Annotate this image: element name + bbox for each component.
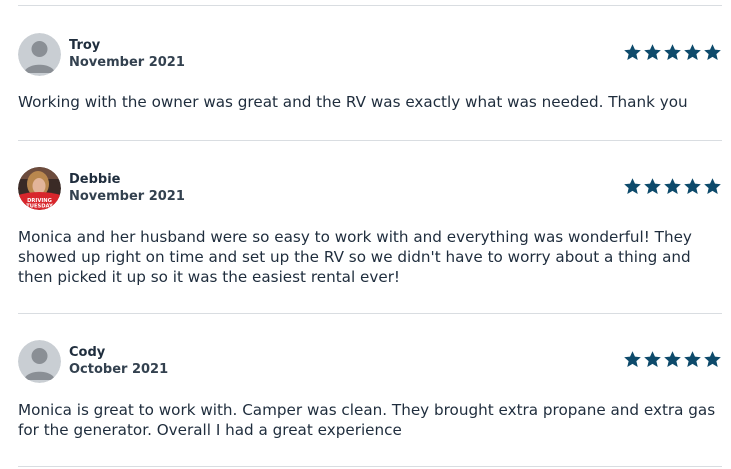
divider: [18, 140, 722, 141]
review-item: Troy November 2021 Working with the owne…: [18, 33, 722, 133]
user-photo-avatar: DRIVING TUESDAY: [18, 167, 61, 210]
star-icon: [623, 43, 642, 62]
review-text: Monica is great to work with. Camper was…: [18, 401, 716, 439]
divider: [18, 466, 722, 467]
reviewer-name: Cody: [69, 345, 106, 360]
review-date: October 2021: [69, 362, 169, 377]
star-icon: [683, 43, 702, 62]
star-icon: [703, 43, 722, 62]
reviewer-name: Troy: [69, 38, 101, 53]
star-icon: [643, 177, 662, 196]
star-icon: [623, 177, 642, 196]
star-icon: [703, 177, 722, 196]
default-avatar-icon: [18, 340, 61, 383]
reviewer-name: Debbie: [69, 172, 121, 187]
star-icon: [683, 177, 702, 196]
star-icon: [663, 177, 682, 196]
star-icon: [703, 350, 722, 369]
divider: [18, 313, 722, 314]
star-icon: [663, 350, 682, 369]
reviews-list: Troy November 2021 Working with the owne…: [0, 0, 731, 469]
review-date: November 2021: [69, 55, 185, 70]
star-icon: [683, 350, 702, 369]
review-date: November 2021: [69, 189, 185, 204]
divider: [18, 5, 722, 6]
star-rating: [623, 43, 722, 62]
star-icon: [623, 350, 642, 369]
star-rating: [623, 177, 722, 196]
star-icon: [643, 43, 662, 62]
svg-text:TUESDAY: TUESDAY: [26, 204, 53, 210]
review-text: Working with the owner was great and the…: [18, 93, 688, 111]
star-icon: [643, 350, 662, 369]
review-item: DRIVING TUESDAY Debbie November 2021 Mon…: [18, 167, 722, 297]
review-text: Monica and her husband were so easy to w…: [18, 228, 692, 286]
star-rating: [623, 350, 722, 369]
review-item: Cody October 2021 Monica is great to wor…: [18, 340, 722, 450]
default-avatar-icon: [18, 33, 61, 76]
star-icon: [663, 43, 682, 62]
